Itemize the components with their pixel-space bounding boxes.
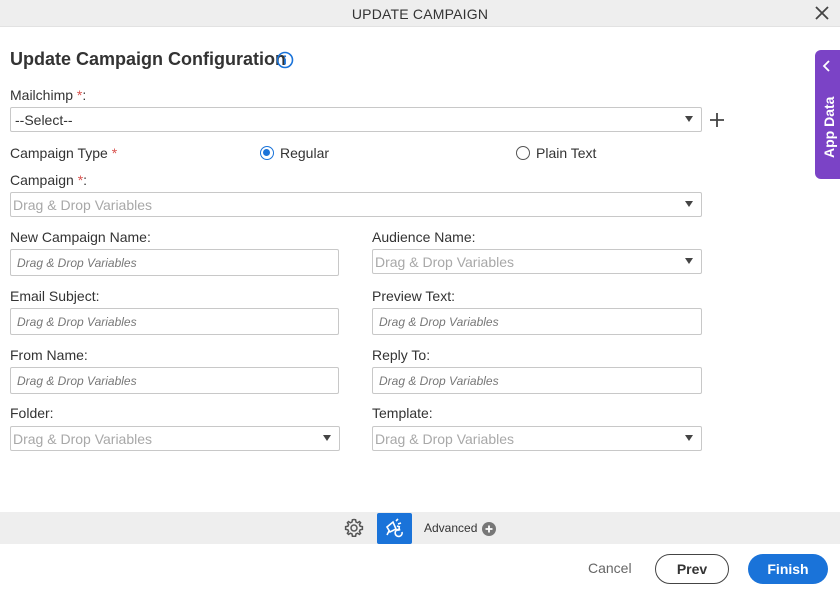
dropdown-arrow-icon xyxy=(685,435,693,441)
dropdown-arrow-icon xyxy=(685,116,693,122)
radio-plain-text-circle[interactable] xyxy=(516,146,530,160)
new-campaign-name-input[interactable]: Drag & Drop Variables xyxy=(10,249,339,276)
finish-button[interactable]: Finish xyxy=(748,554,828,584)
email-subject-label: Email Subject: xyxy=(10,288,100,304)
radio-plain-text-label: Plain Text xyxy=(536,145,597,161)
dropdown-arrow-icon xyxy=(685,201,693,207)
prev-button[interactable]: Prev xyxy=(655,554,729,584)
folder-select[interactable]: Drag & Drop Variables xyxy=(10,426,340,451)
label-suffix: : xyxy=(82,87,87,103)
bottom-toolbar xyxy=(0,512,840,544)
reply-to-placeholder: Drag & Drop Variables xyxy=(379,374,499,388)
mailchimp-select-value: --Select-- xyxy=(15,112,73,128)
reply-to-label: Reply To: xyxy=(372,347,431,363)
preview-text-input[interactable]: Drag & Drop Variables xyxy=(372,308,702,335)
email-subject-input[interactable]: Drag & Drop Variables xyxy=(10,308,339,335)
dialog-titlebar: UPDATE CAMPAIGN xyxy=(0,0,840,27)
new-campaign-name-label: New Campaign Name: xyxy=(10,229,151,245)
cancel-button[interactable]: Cancel xyxy=(588,560,632,576)
campaign-type-label: Campaign Type * xyxy=(10,145,117,161)
chevron-left-icon xyxy=(822,60,830,72)
email-subject-placeholder: Drag & Drop Variables xyxy=(17,315,137,329)
from-name-input[interactable]: Drag & Drop Variables xyxy=(10,367,339,394)
radio-plain-text[interactable]: Plain Text xyxy=(516,145,596,161)
plus-circle-icon[interactable] xyxy=(482,522,496,536)
required-marker: * xyxy=(111,145,118,161)
plus-icon[interactable] xyxy=(708,111,726,129)
radio-regular[interactable]: Regular xyxy=(260,145,329,161)
campaign-type-label-text: Campaign Type xyxy=(10,145,112,161)
variable-mapping-icon xyxy=(385,518,403,538)
radio-regular-circle[interactable] xyxy=(260,146,274,160)
audience-name-placeholder: Drag & Drop Variables xyxy=(375,254,515,270)
info-icon[interactable] xyxy=(276,51,294,69)
app-data-tab[interactable]: App Data xyxy=(815,50,840,179)
radio-regular-label: Regular xyxy=(280,145,330,161)
audience-name-select[interactable]: Drag & Drop Variables xyxy=(372,249,702,274)
template-label: Template: xyxy=(372,405,433,421)
close-icon[interactable] xyxy=(815,6,829,20)
page-title: Update Campaign Configuration xyxy=(10,49,286,69)
mailchimp-label: Mailchimp *: xyxy=(10,87,86,103)
campaign-label: Campaign *: xyxy=(10,172,87,188)
from-name-placeholder: Drag & Drop Variables xyxy=(17,374,137,388)
folder-label: Folder: xyxy=(10,405,54,421)
template-placeholder: Drag & Drop Variables xyxy=(375,431,515,447)
campaign-select[interactable]: Drag & Drop Variables xyxy=(10,192,702,217)
app-data-label: App Data xyxy=(821,96,837,158)
audience-name-label: Audience Name: xyxy=(372,229,476,245)
preview-text-label: Preview Text: xyxy=(372,288,455,304)
dialog-title: UPDATE CAMPAIGN xyxy=(351,6,489,22)
template-select[interactable]: Drag & Drop Variables xyxy=(372,426,702,451)
mailchimp-label-text: Mailchimp xyxy=(10,87,77,103)
folder-placeholder: Drag & Drop Variables xyxy=(13,431,153,447)
preview-text-placeholder: Drag & Drop Variables xyxy=(379,315,499,329)
label-suffix: : xyxy=(83,172,88,188)
campaign-select-placeholder: Drag & Drop Variables xyxy=(13,197,153,213)
gear-icon[interactable] xyxy=(343,517,365,539)
variable-mapping-button[interactable] xyxy=(377,513,412,544)
new-campaign-name-placeholder: Drag & Drop Variables xyxy=(17,256,137,270)
dropdown-arrow-icon xyxy=(323,435,331,441)
advanced-label[interactable]: Advanced xyxy=(424,521,477,535)
reply-to-input[interactable]: Drag & Drop Variables xyxy=(372,367,702,394)
campaign-label-text: Campaign xyxy=(10,172,78,188)
dropdown-arrow-icon xyxy=(685,258,693,264)
mailchimp-select[interactable]: --Select-- xyxy=(10,107,702,132)
from-name-label: From Name: xyxy=(10,347,88,363)
